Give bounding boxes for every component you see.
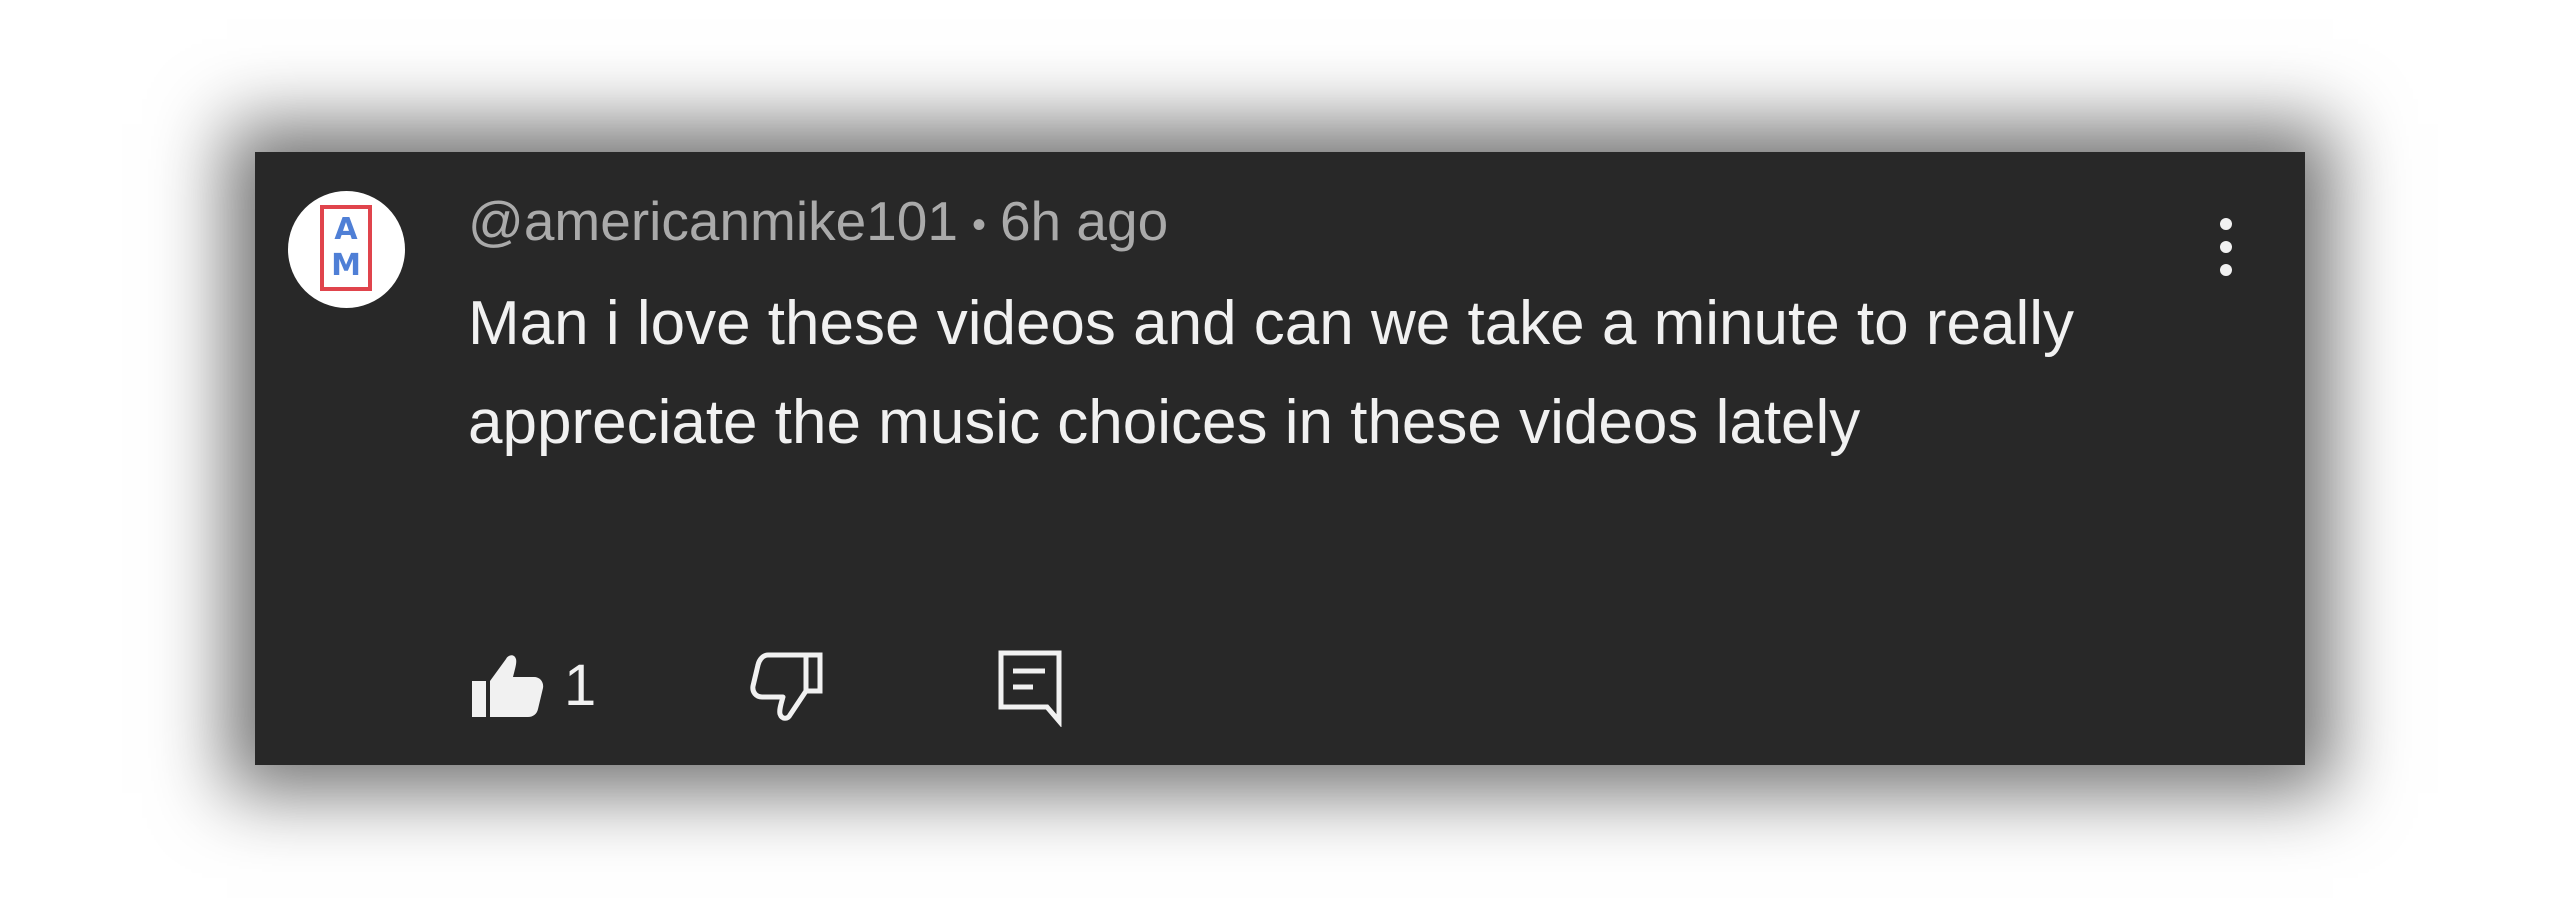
page-background: A M @americanmike101 • 6h ago Man i love t… <box>0 0 2560 917</box>
comment-header: @americanmike101 • 6h ago <box>468 194 1168 249</box>
like-button[interactable] <box>468 647 548 727</box>
avatar-logo: A M <box>320 205 372 291</box>
avatar-letter-top: A <box>334 212 358 247</box>
reply-button[interactable] <box>993 647 1073 728</box>
more-dot <box>2220 241 2232 253</box>
more-dot <box>2220 218 2232 230</box>
reply-comment-icon <box>998 650 1062 728</box>
author-handle[interactable]: @americanmike101 <box>468 190 958 252</box>
avatar[interactable]: A M <box>288 191 405 308</box>
thumbs-up-filled-icon <box>472 655 544 717</box>
comment-timestamp[interactable]: 6h ago <box>1000 190 1168 252</box>
avatar-letter-bottom: M <box>331 248 361 283</box>
more-options-button[interactable] <box>2200 212 2250 282</box>
comment-body: Man i love these videos and can we take … <box>468 289 2075 457</box>
dislike-button[interactable] <box>748 647 828 727</box>
like-count: 1 <box>564 653 597 718</box>
comment-card: A M @americanmike101 • 6h ago Man i love t… <box>255 152 2305 765</box>
more-dot <box>2220 264 2232 276</box>
thumbs-down-outline-icon <box>750 652 823 721</box>
separator-dot: • <box>971 203 986 248</box>
comment-actions: 1 <box>468 647 1368 728</box>
